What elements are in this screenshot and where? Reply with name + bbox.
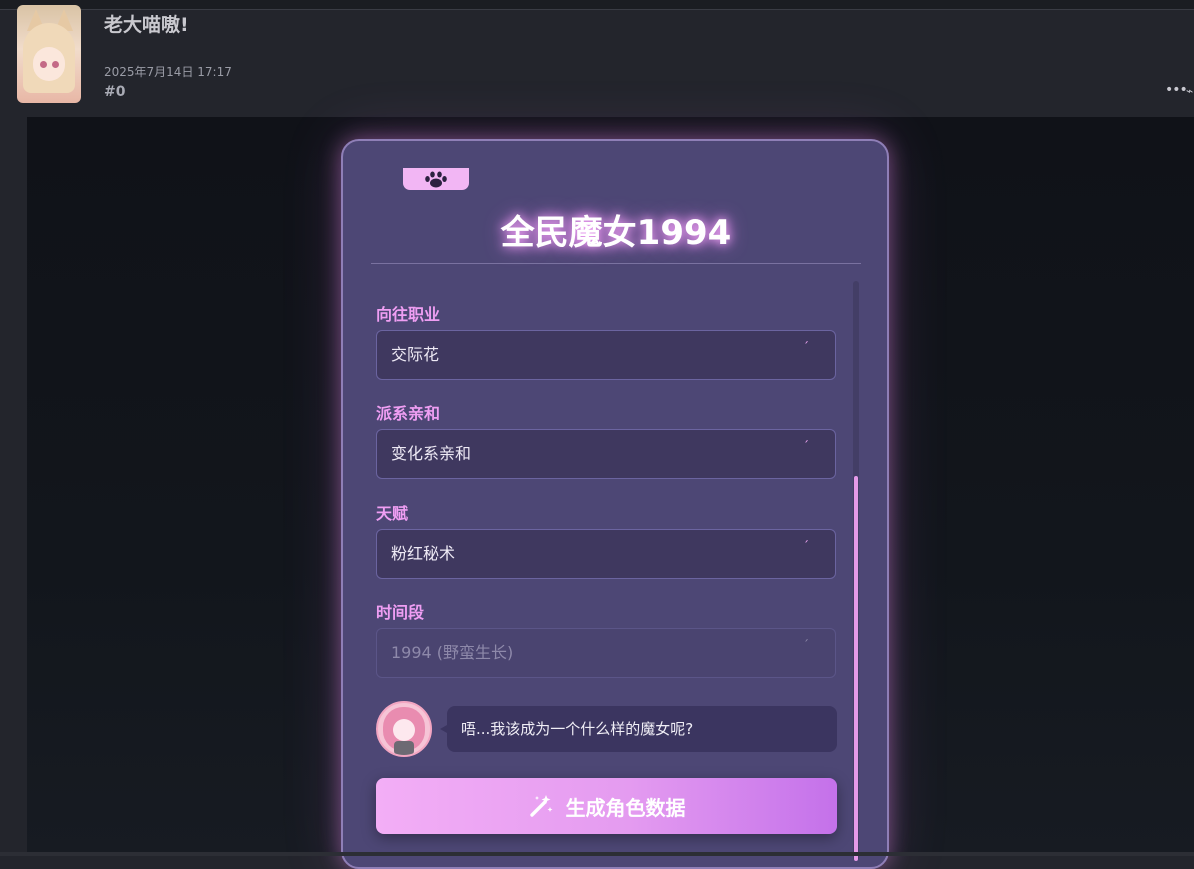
post-date: 2025年7月14日 17:17: [104, 65, 232, 79]
career-select[interactable]: 交际花 ˊ: [376, 330, 836, 380]
period-select: 1994 (野蛮生长) ˊ: [376, 628, 836, 678]
post-username[interactable]: 老大喵嗷!: [104, 10, 189, 37]
generate-character-button[interactable]: 生成角色数据: [376, 778, 837, 834]
period-value: 1994 (野蛮生长): [391, 643, 514, 662]
character-card: 全民魔女1994 向往职业 交际花 ˊ 派系亲和 变化系亲和 ˊ 天赋 粉红秘术…: [341, 139, 889, 869]
top-border: [0, 0, 1194, 10]
faction-select[interactable]: 变化系亲和 ˊ: [376, 429, 836, 479]
post-number[interactable]: #0: [104, 84, 125, 100]
chevron-down-icon: ˊ: [803, 439, 809, 453]
faction-label: 派系亲和: [376, 404, 441, 423]
avatar-eye: [40, 61, 47, 68]
card-title: 全民魔女1994: [500, 213, 732, 253]
title-divider: [371, 263, 861, 264]
avatar-face: [33, 47, 65, 81]
npc-avatar: [376, 701, 432, 757]
talent-label: 天赋: [376, 504, 409, 523]
talent-value: 粉红秘术: [391, 544, 456, 563]
reaction-icon[interactable]: ⌁: [1186, 84, 1193, 98]
magic-wand-icon: [529, 795, 552, 817]
career-value: 交际花: [391, 345, 440, 364]
npc-body: [394, 741, 414, 755]
paw-tab: [403, 168, 469, 190]
speech-bubble: 唔...我该成为一个什么样的魔女呢?: [447, 706, 837, 752]
speech-bubble-tail: [440, 725, 447, 733]
generate-button-label: 生成角色数据: [565, 795, 686, 820]
faction-value: 变化系亲和: [391, 444, 472, 463]
scrollbar-thumb[interactable]: [854, 476, 858, 861]
talent-select[interactable]: 粉红秘术 ˊ: [376, 529, 836, 579]
chevron-down-icon: ˊ: [803, 638, 809, 652]
paw-icon: [425, 171, 447, 188]
avatar-eye: [52, 61, 59, 68]
period-label: 时间段: [376, 603, 425, 622]
ellipsis-icon[interactable]: •••: [1165, 82, 1188, 98]
career-label: 向往职业: [376, 305, 441, 324]
npc-face: [393, 719, 415, 741]
chevron-down-icon: ˊ: [803, 340, 809, 354]
user-avatar[interactable]: [17, 5, 81, 103]
chevron-down-icon: ˊ: [803, 539, 809, 553]
bottom-border: [0, 852, 1194, 856]
